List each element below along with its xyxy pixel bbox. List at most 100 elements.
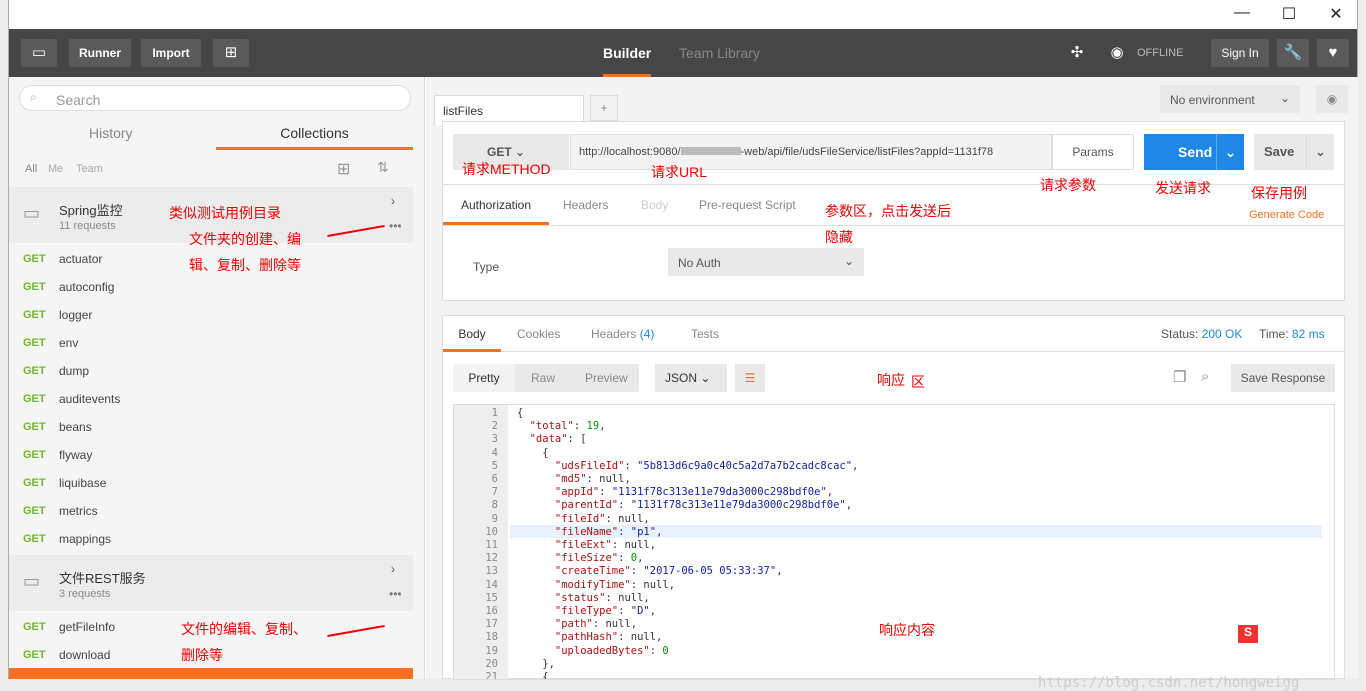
import-button[interactable]: Import	[141, 39, 201, 67]
send-label: Send	[1178, 144, 1213, 160]
sidebar-request-item[interactable]: GET autoconfig	[9, 273, 413, 301]
tab-response-body[interactable]: Body	[443, 316, 501, 352]
sidebar-request-item[interactable]: GET metrics	[9, 497, 413, 525]
chevron-right-icon[interactable]: ›	[391, 562, 395, 576]
method-badge: GET	[23, 281, 46, 293]
eye-icon[interactable]: ◉	[1316, 85, 1348, 113]
sidebar-request-item[interactable]: GET env	[9, 329, 413, 357]
save-button[interactable]: Save ⌄	[1254, 134, 1334, 170]
time-value: 82 ms	[1291, 327, 1325, 341]
tab-builder[interactable]: Builder	[603, 29, 652, 77]
offline-status: OFFLINE	[1137, 47, 1184, 59]
view-preview[interactable]: Preview	[585, 371, 628, 385]
sidebar-request-item[interactable]: GET flyway	[9, 441, 413, 469]
request-name: flyway	[59, 448, 93, 462]
code-line: 10 "fileName": "p1",	[485, 525, 663, 538]
params-button[interactable]: Params	[1052, 134, 1134, 170]
save-response-button[interactable]: Save Response	[1231, 364, 1335, 392]
sort-icon[interactable]: ⇅	[377, 159, 389, 176]
url-text: http://localhost:9080/	[579, 146, 681, 158]
view-mode-group: Pretty Raw Preview	[453, 364, 639, 392]
more-options-icon[interactable]: •••	[389, 587, 402, 601]
tab-team-library[interactable]: Team Library	[679, 29, 760, 77]
add-tab-button[interactable]: +	[590, 95, 618, 121]
annotation-label: 参数区，点击发送后	[825, 203, 951, 219]
sidebar-toggle-icon[interactable]: ▭	[21, 39, 57, 67]
new-folder-icon[interactable]: ⊞	[337, 159, 350, 179]
filter-all[interactable]: All	[25, 163, 37, 175]
sidebar-request-item[interactable]: GET dump	[9, 357, 413, 385]
search-icon[interactable]: ⌕	[1201, 368, 1209, 385]
chevron-down-icon[interactable]: ⌄	[1216, 134, 1244, 170]
wrap-lines-icon[interactable]: ☰	[735, 364, 765, 392]
request-name: download	[59, 648, 111, 662]
environment-select[interactable]: No environment ⌄	[1160, 85, 1300, 113]
filter-me[interactable]: Me	[48, 163, 63, 175]
code-line: 18 "pathHash": null,	[485, 631, 663, 644]
maximize-button[interactable]: ☐	[1269, 4, 1309, 24]
code-line: 19 "uploadedBytes": 0	[485, 644, 669, 657]
sidebar-request-item[interactable]: GET liquibase	[9, 469, 413, 497]
sidebar-request-item[interactable]: GET logger	[9, 301, 413, 329]
method-badge: GET	[23, 421, 46, 433]
view-raw[interactable]: Raw	[531, 371, 555, 385]
method-badge: GET	[23, 365, 46, 377]
filter-team[interactable]: Team	[76, 163, 103, 175]
chevron-down-icon[interactable]: ⌄	[1306, 134, 1334, 170]
annotation-label: 删除等	[181, 647, 223, 663]
more-options-icon[interactable]: •••	[389, 219, 402, 233]
tab-collections[interactable]: Collections	[216, 117, 413, 150]
request-name: auditevents	[59, 392, 121, 406]
status-value: 200 OK	[1201, 327, 1243, 341]
sign-in-button[interactable]: Sign In	[1211, 39, 1269, 67]
close-button[interactable]: ✕	[1316, 4, 1356, 24]
minimize-button[interactable]: —	[1222, 4, 1262, 22]
header-toolbar: ▭ Runner Import ⊞ Builder Team Library ✣…	[9, 29, 1357, 77]
copy-icon[interactable]: ❐	[1173, 368, 1186, 386]
format-select[interactable]: JSON ⌄	[655, 364, 727, 392]
code-line: 7 "appId": "1131f78c313e11e79da3000c298b…	[491, 486, 834, 499]
tab-authorization[interactable]: Authorization	[443, 185, 549, 225]
search-input[interactable]: Search	[56, 92, 100, 108]
new-tab-icon[interactable]: ⊞	[213, 39, 249, 67]
annotation-label: 辑、复制、删除等	[189, 257, 301, 273]
request-name: env	[59, 336, 79, 350]
tab-body[interactable]: Body	[641, 198, 668, 212]
tab-tests[interactable]: Tests	[691, 327, 719, 341]
generate-code-link[interactable]: Generate Code	[1249, 209, 1324, 221]
tab-pre-request-script[interactable]: Pre-request Script	[699, 198, 796, 212]
auth-type-value: No Auth	[678, 256, 721, 270]
tab-cookies[interactable]: Cookies	[517, 327, 560, 341]
sidebar-request-item[interactable]: GET mappings	[9, 525, 413, 553]
tab-headers[interactable]: Headers	[563, 198, 608, 212]
collection-folder[interactable]: ▭ 文件REST服务 3 requests › •••	[9, 555, 413, 611]
status-readout: Status: 200 OK	[1161, 327, 1242, 341]
method-badge: GET	[23, 533, 46, 545]
annotation-label: 文件夹的创建、编	[189, 231, 301, 247]
chevron-right-icon[interactable]: ›	[391, 194, 395, 208]
code-line: 3 "data": [	[491, 433, 587, 446]
request-name: dump	[59, 364, 90, 378]
headers-count: (4)	[639, 327, 655, 341]
method-badge: GET	[23, 393, 46, 405]
tab-history[interactable]: History	[89, 125, 133, 141]
sync-icon[interactable]: ◉	[1101, 39, 1133, 67]
method-badge: GET	[23, 649, 46, 661]
tab-response-headers[interactable]: Headers (4)	[591, 327, 654, 341]
send-button[interactable]: Send ⌄	[1144, 134, 1244, 170]
code-line: 17 "path": null,	[485, 618, 638, 631]
url-input[interactable]: http://localhost:9080/ -web/api/file/udsF…	[570, 134, 1052, 170]
runner-button[interactable]: Runner	[69, 39, 131, 67]
search-box[interactable]: ⌕ Search	[19, 85, 411, 111]
view-pretty[interactable]: Pretty	[453, 364, 515, 392]
request-name: mappings	[59, 532, 112, 546]
annotation-label: 响应	[877, 372, 905, 388]
method-badge: GET	[23, 253, 46, 265]
collection-name: Spring监控	[59, 203, 123, 218]
settings-wrench-icon[interactable]: 🔧	[1277, 39, 1309, 67]
auth-type-select[interactable]: No Auth ⌄	[668, 248, 864, 276]
heart-icon[interactable]: ♥	[1317, 39, 1349, 67]
interceptor-icon[interactable]: ✣	[1061, 39, 1093, 67]
sidebar-request-item[interactable]: GET auditevents	[9, 385, 413, 413]
sidebar-request-item[interactable]: GET beans	[9, 413, 413, 441]
